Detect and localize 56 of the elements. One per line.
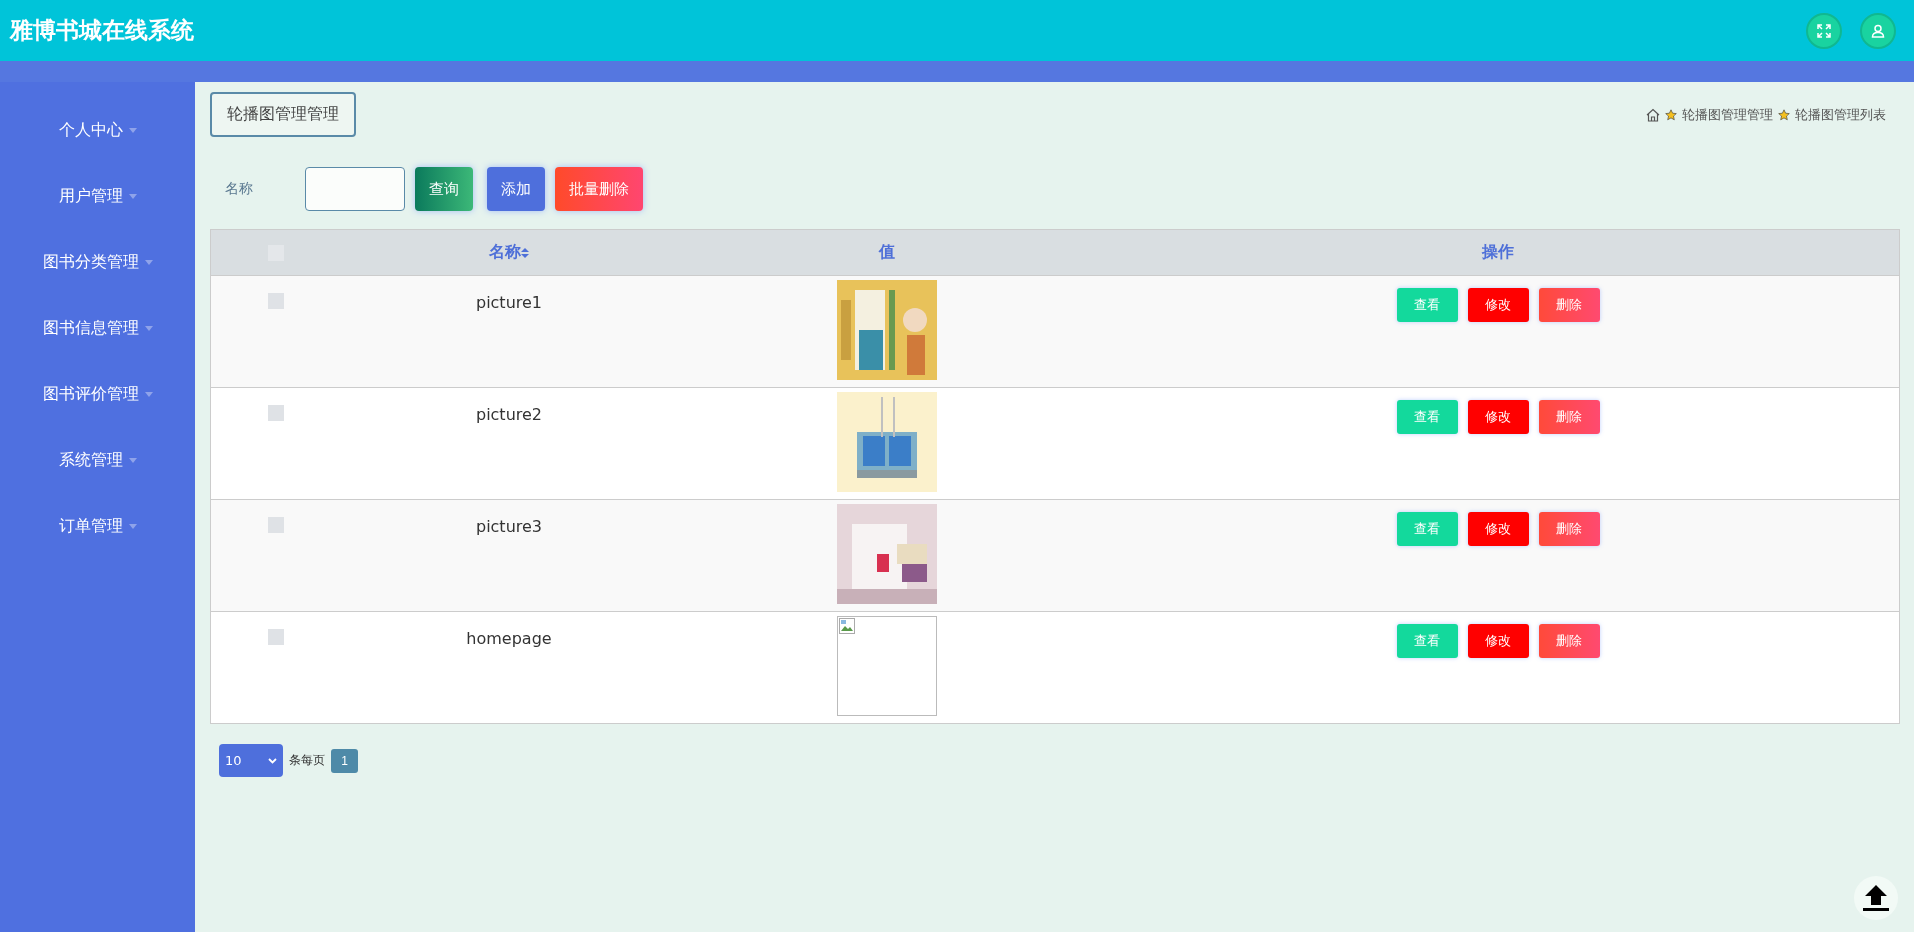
delete-button[interactable]: 删除 bbox=[1538, 512, 1600, 546]
column-header: 值 bbox=[879, 242, 895, 263]
fullscreen-button[interactable] bbox=[1806, 12, 1842, 49]
app-title: 雅博书城在线系统 bbox=[10, 16, 194, 45]
table-cell: picture1 bbox=[475, 293, 543, 312]
row-checkbox[interactable] bbox=[268, 405, 284, 421]
page-title: 轮播图管理管理 bbox=[210, 92, 356, 137]
home-icon[interactable] bbox=[1646, 107, 1660, 122]
column-header[interactable]: 名称 bbox=[489, 242, 529, 263]
sort-icon bbox=[521, 247, 529, 258]
page-size-select[interactable]: 10 bbox=[219, 744, 283, 777]
delete-button[interactable]: 删除 bbox=[1538, 288, 1600, 322]
caret-icon bbox=[128, 193, 137, 199]
upload-arrow-icon bbox=[1861, 883, 1891, 913]
breadcrumb-item[interactable]: 轮播图管理列表 bbox=[1795, 105, 1886, 124]
star-icon bbox=[1665, 108, 1677, 121]
edit-button[interactable]: 修改 bbox=[1467, 288, 1529, 322]
caret-icon bbox=[144, 325, 153, 331]
page-button[interactable]: 1 bbox=[331, 748, 358, 773]
row-checkbox[interactable] bbox=[268, 293, 284, 309]
table-cell: picture2 bbox=[475, 405, 543, 424]
delete-button[interactable]: 批量删除 bbox=[555, 167, 643, 211]
caret-icon bbox=[144, 259, 153, 265]
query-button[interactable]: 查询 bbox=[415, 167, 473, 211]
edit-button[interactable]: 修改 bbox=[1467, 624, 1529, 658]
user-icon bbox=[1871, 23, 1885, 38]
edit-button[interactable]: 修改 bbox=[1467, 512, 1529, 546]
caret-icon bbox=[128, 127, 137, 133]
field-label: 名称 bbox=[224, 180, 254, 198]
sidebar-item[interactable]: 个人中心 bbox=[0, 97, 195, 163]
row-checkbox[interactable] bbox=[268, 517, 284, 533]
breadcrumb-item[interactable]: 轮播图管理管理 bbox=[1682, 105, 1773, 124]
delete-button[interactable]: 删除 bbox=[1538, 624, 1600, 658]
delete-button[interactable]: 删除 bbox=[1538, 400, 1600, 434]
sidebar-item[interactable]: 系统管理 bbox=[0, 427, 195, 493]
sidebar-item[interactable]: 图书分类管理 bbox=[0, 229, 195, 295]
sidebar-item[interactable]: 图书信息管理 bbox=[0, 295, 195, 361]
sidebar-item[interactable]: 用户管理 bbox=[0, 163, 195, 229]
sidebar-item[interactable]: 订单管理 bbox=[0, 493, 195, 559]
star-icon bbox=[1778, 108, 1790, 121]
table-cell: homepage bbox=[466, 629, 552, 648]
caret-icon bbox=[128, 523, 137, 529]
scroll-to-top-button[interactable] bbox=[1854, 876, 1898, 920]
sidebar-item[interactable]: 图书评价管理 bbox=[0, 361, 195, 427]
table-cell: picture3 bbox=[475, 517, 543, 536]
user-button[interactable] bbox=[1860, 12, 1896, 49]
caret-icon bbox=[144, 391, 153, 397]
per-page-label: 条每页 bbox=[289, 752, 325, 769]
row-checkbox[interactable] bbox=[268, 629, 284, 645]
edit-button[interactable]: 修改 bbox=[1467, 400, 1529, 434]
name-search-field[interactable] bbox=[305, 167, 405, 211]
chevron-icon bbox=[268, 757, 277, 764]
caret-icon bbox=[128, 457, 137, 463]
add-button[interactable]: 添加 bbox=[487, 167, 545, 211]
column-header: 操作 bbox=[1482, 242, 1514, 263]
expand-icon bbox=[1817, 23, 1831, 38]
